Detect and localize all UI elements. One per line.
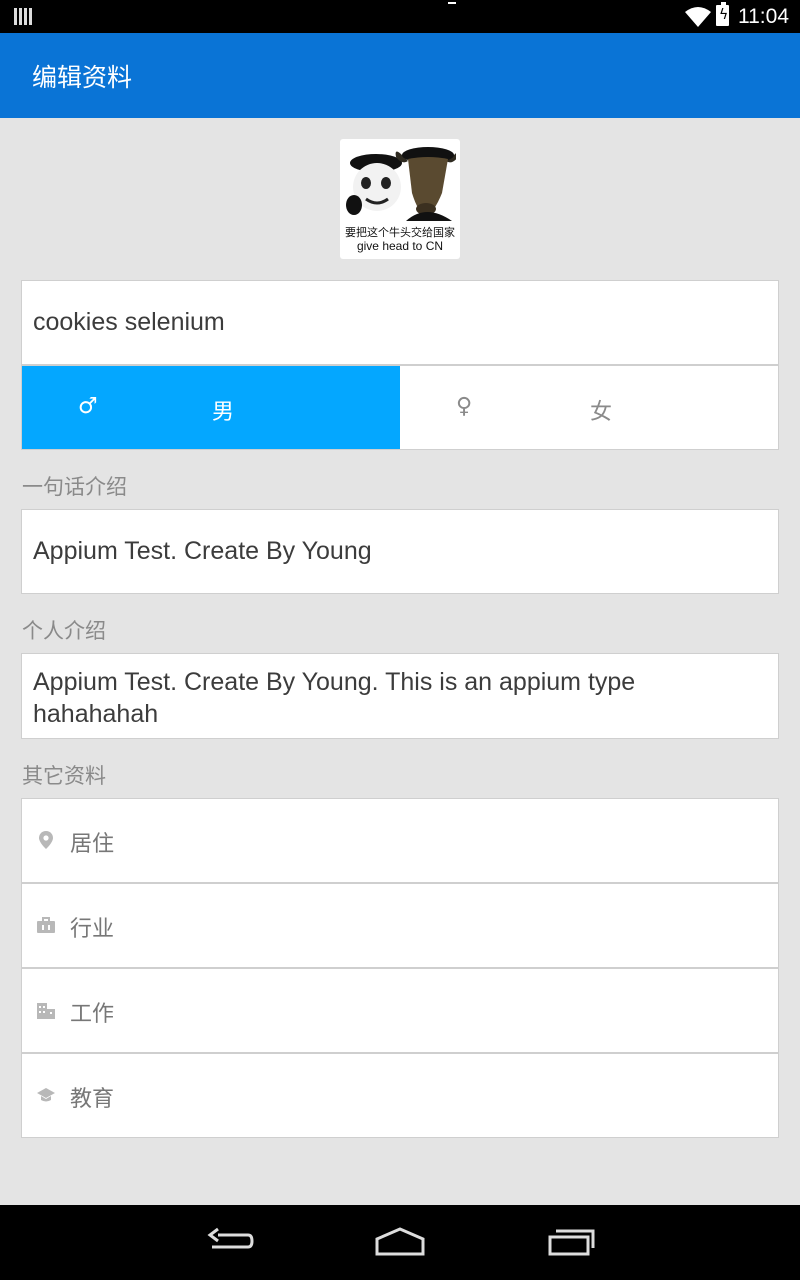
headline-value: Appium Test. Create By Young (33, 537, 372, 565)
status-bar: ϟ 11:04 (0, 0, 800, 33)
other-item-residence[interactable]: 居住 (21, 798, 779, 883)
gender-selector: ♂ 男 ♀ 女 (21, 365, 779, 450)
gender-female-label: 女 (590, 400, 613, 425)
system-nav-bar (0, 1205, 800, 1280)
status-time: 11:04 (738, 5, 789, 28)
building-icon (37, 1003, 55, 1019)
notification-icon (14, 8, 32, 25)
back-icon[interactable] (206, 1227, 254, 1257)
gender-male-option[interactable]: ♂ 男 (22, 366, 400, 449)
recent-apps-icon[interactable] (546, 1227, 596, 1257)
gender-female-option[interactable]: ♀ 女 (400, 366, 778, 449)
other-item-label: 工作 (70, 1002, 115, 1027)
nickname-field[interactable]: cookies selenium (21, 280, 779, 365)
other-item-education[interactable]: 教育 (21, 1053, 779, 1138)
other-item-label: 教育 (70, 1087, 115, 1112)
page-title: 编辑资料 (32, 63, 133, 92)
avatar-image (346, 147, 456, 221)
app-bar: 编辑资料 (0, 33, 800, 118)
bio-label: 个人介绍 (22, 619, 106, 643)
avatar-caption-en: give head to CN (356, 239, 444, 253)
other-item-label: 行业 (70, 917, 115, 942)
other-item-work[interactable]: 工作 (21, 968, 779, 1053)
graduation-cap-icon (37, 1088, 55, 1102)
avatar[interactable]: 要把这个牛头交给国家 give head to CN (340, 139, 460, 259)
briefcase-icon (37, 917, 55, 933)
other-item-label: 居住 (70, 832, 115, 857)
other-info-label: 其它资料 (22, 764, 106, 788)
female-icon: ♀ (456, 394, 473, 419)
battery-icon: ϟ (716, 2, 729, 26)
notification-dash (448, 2, 456, 4)
bio-field[interactable]: Appium Test. Create By Young. This is an… (21, 653, 779, 739)
headline-label: 一句话介绍 (22, 475, 127, 499)
bio-value: Appium Test. Create By Young. This is an… (33, 668, 636, 728)
gender-male-label: 男 (212, 400, 235, 425)
avatar-caption-cn: 要把这个牛头交给国家 (345, 226, 455, 239)
home-icon[interactable] (374, 1227, 426, 1257)
headline-field[interactable]: Appium Test. Create By Young (21, 509, 779, 594)
male-icon: ♂ (78, 394, 98, 419)
location-pin-icon (39, 831, 53, 849)
nickname-value: cookies selenium (33, 308, 225, 336)
wifi-icon (685, 7, 711, 27)
other-item-industry[interactable]: 行业 (21, 883, 779, 968)
